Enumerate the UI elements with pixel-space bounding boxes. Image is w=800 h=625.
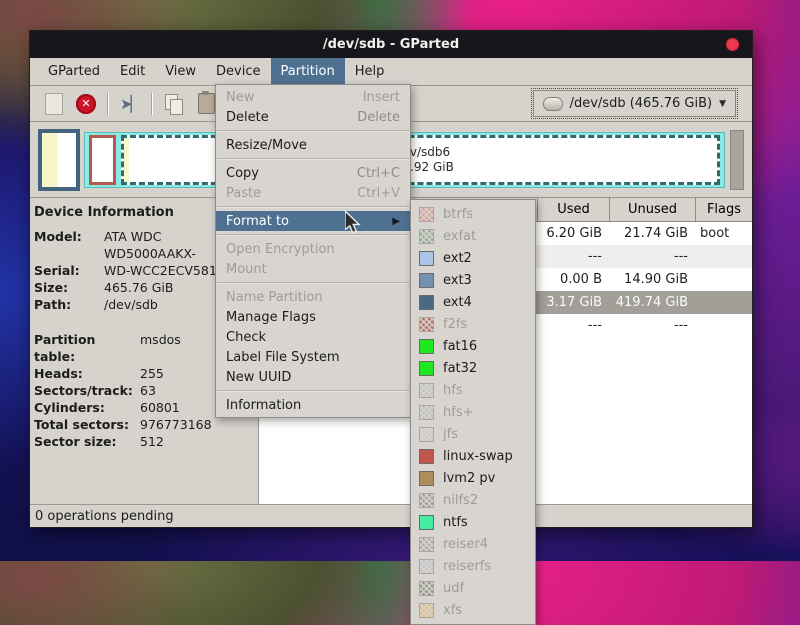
fat32-color-swatch <box>419 361 434 376</box>
menubar-item-edit[interactable]: Edit <box>110 58 155 85</box>
format-option-reiserfs[interactable]: reiserfs <box>411 555 535 577</box>
btrfs-color-swatch <box>419 207 434 222</box>
f2fs-color-swatch <box>419 317 434 332</box>
format-option-udf[interactable]: udf <box>411 577 535 599</box>
menu-item-delete[interactable]: DeleteDelete <box>216 107 410 127</box>
info-row-total-sectors: Total sectors:976773168 <box>34 416 254 433</box>
menu-item-new-uuid[interactable]: New UUID <box>216 367 410 387</box>
hfs-color-swatch <box>419 383 434 398</box>
toolbar-separator <box>107 93 109 115</box>
delete-partition-icon[interactable]: ✕ <box>73 91 99 117</box>
statusbar: 0 operations pending <box>30 504 752 527</box>
info-row-sector-size: Sector size:512 <box>34 433 254 450</box>
chevron-down-icon: ▼ <box>719 99 726 109</box>
ext4-color-swatch <box>419 295 434 310</box>
partition-sdb6-box-selected[interactable]: /dev/sdb6 422.92 GiB <box>121 135 720 185</box>
format-option-hfs-plus[interactable]: hfs+ <box>411 401 535 423</box>
ext3-color-swatch <box>419 273 434 288</box>
column-header-used[interactable]: Used <box>538 198 610 222</box>
format-to-submenu: btrfs exfat ext2 ext3 ext4 f2fs fat16 fa… <box>410 199 536 625</box>
format-option-ext3[interactable]: ext3 <box>411 269 535 291</box>
format-option-exfat[interactable]: exfat <box>411 225 535 247</box>
format-option-linux-swap[interactable]: linux-swap <box>411 445 535 467</box>
fat16-color-swatch <box>419 339 434 354</box>
partition-bar-spacer <box>730 130 744 190</box>
titlebar[interactable]: /dev/sdb - GParted <box>30 31 752 58</box>
linux-swap-color-swatch <box>419 449 434 464</box>
exfat-color-swatch <box>419 229 434 244</box>
nilfs2-color-swatch <box>419 493 434 508</box>
format-option-xfs[interactable]: xfs <box>411 599 535 621</box>
menu-item-copy[interactable]: CopyCtrl+C <box>216 163 410 183</box>
column-header-flags[interactable]: Flags <box>696 198 752 222</box>
resize-move-icon[interactable]: ➤▏ <box>117 91 143 117</box>
submenu-arrow-icon: ▶ <box>392 216 400 227</box>
format-option-ext4[interactable]: ext4 <box>411 291 535 313</box>
format-option-hfs[interactable]: hfs <box>411 379 535 401</box>
menu-separator <box>217 390 409 392</box>
format-option-fat16[interactable]: fat16 <box>411 335 535 357</box>
menu-item-name-partition[interactable]: Name Partition <box>216 287 410 307</box>
hfs-plus-color-swatch <box>419 405 434 420</box>
menubar-item-help[interactable]: Help <box>345 58 395 85</box>
reiser4-color-swatch <box>419 537 434 552</box>
menu-item-format-to[interactable]: Format to▶ <box>216 211 410 231</box>
format-option-ext2[interactable]: ext2 <box>411 247 535 269</box>
menu-separator <box>217 158 409 160</box>
toolbar-separator <box>151 93 153 115</box>
pending-operations-text: 0 operations pending <box>35 509 174 524</box>
menu-item-paste[interactable]: PasteCtrl+V <box>216 183 410 203</box>
menu-item-label-file-system[interactable]: Label File System <box>216 347 410 367</box>
partition-swap-box[interactable] <box>89 135 116 185</box>
menu-item-manage-flags[interactable]: Manage Flags <box>216 307 410 327</box>
menubar-item-gparted[interactable]: GParted <box>38 58 110 85</box>
xfs-color-swatch <box>419 603 434 618</box>
device-selector[interactable]: /dev/sdb (465.76 GiB) ▼ <box>533 90 736 117</box>
menubar-item-partition[interactable]: Partition <box>271 58 345 85</box>
menu-item-open-encryption[interactable]: Open Encryption <box>216 239 410 259</box>
format-option-btrfs[interactable]: btrfs <box>411 203 535 225</box>
jfs-color-swatch <box>419 427 434 442</box>
partition-menu: NewInsert DeleteDelete Resize/Move CopyC… <box>215 84 411 418</box>
menu-separator <box>217 206 409 208</box>
menu-separator <box>217 282 409 284</box>
close-button[interactable] <box>726 38 739 51</box>
window-title: /dev/sdb - GParted <box>323 37 459 52</box>
lvm2-pv-color-swatch <box>419 471 434 486</box>
new-partition-icon[interactable] <box>41 91 67 117</box>
format-option-lvm2-pv[interactable]: lvm2 pv <box>411 467 535 489</box>
format-option-reiser4[interactable]: reiser4 <box>411 533 535 555</box>
ext2-color-swatch <box>419 251 434 266</box>
menu-item-new[interactable]: NewInsert <box>216 87 410 107</box>
format-option-fat32[interactable]: fat32 <box>411 357 535 379</box>
menu-item-mount[interactable]: Mount <box>216 259 410 279</box>
used-space-sliver <box>124 138 129 182</box>
menu-item-resize-move[interactable]: Resize/Move <box>216 135 410 155</box>
hard-drive-icon <box>543 97 563 111</box>
column-header-unused[interactable]: Unused <box>610 198 696 222</box>
menu-item-information[interactable]: Information <box>216 395 410 415</box>
menubar: GParted Edit View Device Partition Help <box>30 58 752 86</box>
format-option-ntfs[interactable]: ntfs <box>411 511 535 533</box>
menu-separator <box>217 130 409 132</box>
menu-separator <box>217 234 409 236</box>
menubar-item-view[interactable]: View <box>155 58 206 85</box>
format-option-jfs[interactable]: jfs <box>411 423 535 445</box>
partition-sdb1-box[interactable] <box>38 129 80 191</box>
udf-color-swatch <box>419 581 434 596</box>
format-option-nilfs2[interactable]: nilfs2 <box>411 489 535 511</box>
ntfs-color-swatch <box>419 515 434 530</box>
device-selector-label: /dev/sdb (465.76 GiB) <box>570 96 712 111</box>
menubar-item-device[interactable]: Device <box>206 58 270 85</box>
format-option-f2fs[interactable]: f2fs <box>411 313 535 335</box>
menu-item-check[interactable]: Check <box>216 327 410 347</box>
copy-icon[interactable] <box>161 91 187 117</box>
mouse-cursor <box>345 211 367 239</box>
